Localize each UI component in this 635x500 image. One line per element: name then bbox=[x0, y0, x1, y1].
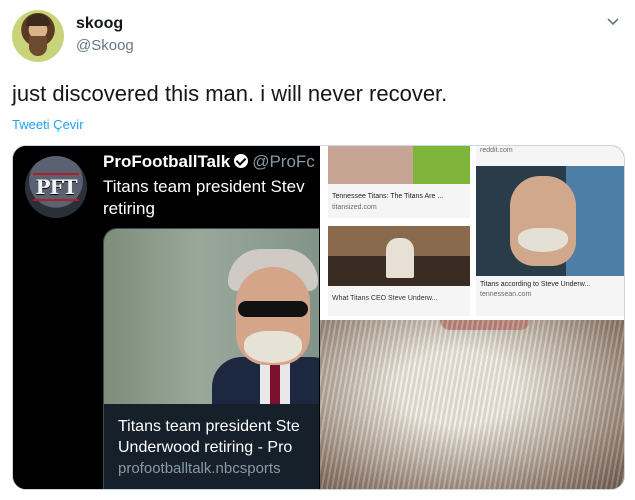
link-card: Titans team president Ste Underwood reti… bbox=[103, 228, 319, 489]
image-result-1-source: titansized.com bbox=[332, 204, 377, 211]
image-result-1-thumb bbox=[328, 146, 470, 184]
tweet-text: just discovered this man. i will never r… bbox=[12, 81, 448, 106]
image-result-4-source: tennessean.com bbox=[480, 291, 532, 298]
image-result-2-thumb bbox=[328, 226, 470, 286]
image-result-2-caption: What Titans CEO Steve Underw... bbox=[332, 295, 438, 302]
avatar-hat bbox=[26, 14, 50, 26]
embedded-tweet-text: Titans team president Stev retiring bbox=[103, 177, 305, 218]
author-names: skoog @Skoog bbox=[76, 14, 134, 56]
image-result-2: What Titans CEO Steve Underw... bbox=[328, 226, 470, 316]
tweet-media[interactable]: PFT ProFootballTalk @ProFc Titans team pr… bbox=[12, 145, 625, 490]
translate-link[interactable]: Tweeti Çevir bbox=[12, 117, 84, 132]
image-result-4-caption: Titans according to Steve Underw... bbox=[480, 281, 591, 288]
beard-closeup bbox=[320, 320, 624, 489]
image-result-4: Titans according to Steve Underw... tenn… bbox=[476, 166, 624, 316]
embedded-author-name: ProFootballTalk bbox=[103, 152, 231, 171]
card-body: Titans team president Ste Underwood reti… bbox=[104, 404, 319, 489]
sunglasses bbox=[238, 301, 308, 317]
tie bbox=[270, 365, 280, 405]
user-handle[interactable]: @Skoog bbox=[76, 36, 134, 56]
verified-icon bbox=[234, 154, 249, 168]
image-result-3: reddit.com bbox=[476, 146, 624, 166]
card-photo bbox=[104, 229, 319, 417]
image-result-3-source: reddit.com bbox=[480, 147, 513, 154]
image-result-1: Tennessee Titans: The Titans Are ... tit… bbox=[328, 146, 470, 218]
tweet-header: skoog @Skoog bbox=[12, 10, 623, 66]
card-title-line1: Titans team president Ste bbox=[118, 418, 300, 435]
pft-logo-text: PFT bbox=[33, 173, 79, 201]
embedded-tweet-screenshot: PFT ProFootballTalk @ProFc Titans team pr… bbox=[13, 146, 319, 489]
display-name[interactable]: skoog bbox=[76, 14, 134, 34]
card-domain: profootballtalk.nbcsports bbox=[118, 460, 281, 477]
man-photo bbox=[212, 239, 319, 417]
image-result-1-caption: Tennessee Titans: The Titans Are ... bbox=[332, 193, 444, 200]
image-result-4-thumb bbox=[476, 166, 624, 276]
pft-logo: PFT bbox=[25, 156, 87, 218]
avatar-beard bbox=[29, 36, 47, 56]
embedded-author: ProFootballTalk @ProFc bbox=[103, 152, 315, 172]
image-search-collage: Tennessee Titans: The Titans Are ... tit… bbox=[320, 146, 624, 489]
chevron-down-icon[interactable] bbox=[603, 12, 623, 32]
mustache bbox=[244, 331, 302, 363]
beard-texture bbox=[320, 320, 624, 489]
embedded-author-handle: @ProFc bbox=[252, 152, 315, 171]
avatar[interactable] bbox=[12, 10, 64, 62]
card-title-line2: Underwood retiring - Pro bbox=[118, 439, 293, 456]
